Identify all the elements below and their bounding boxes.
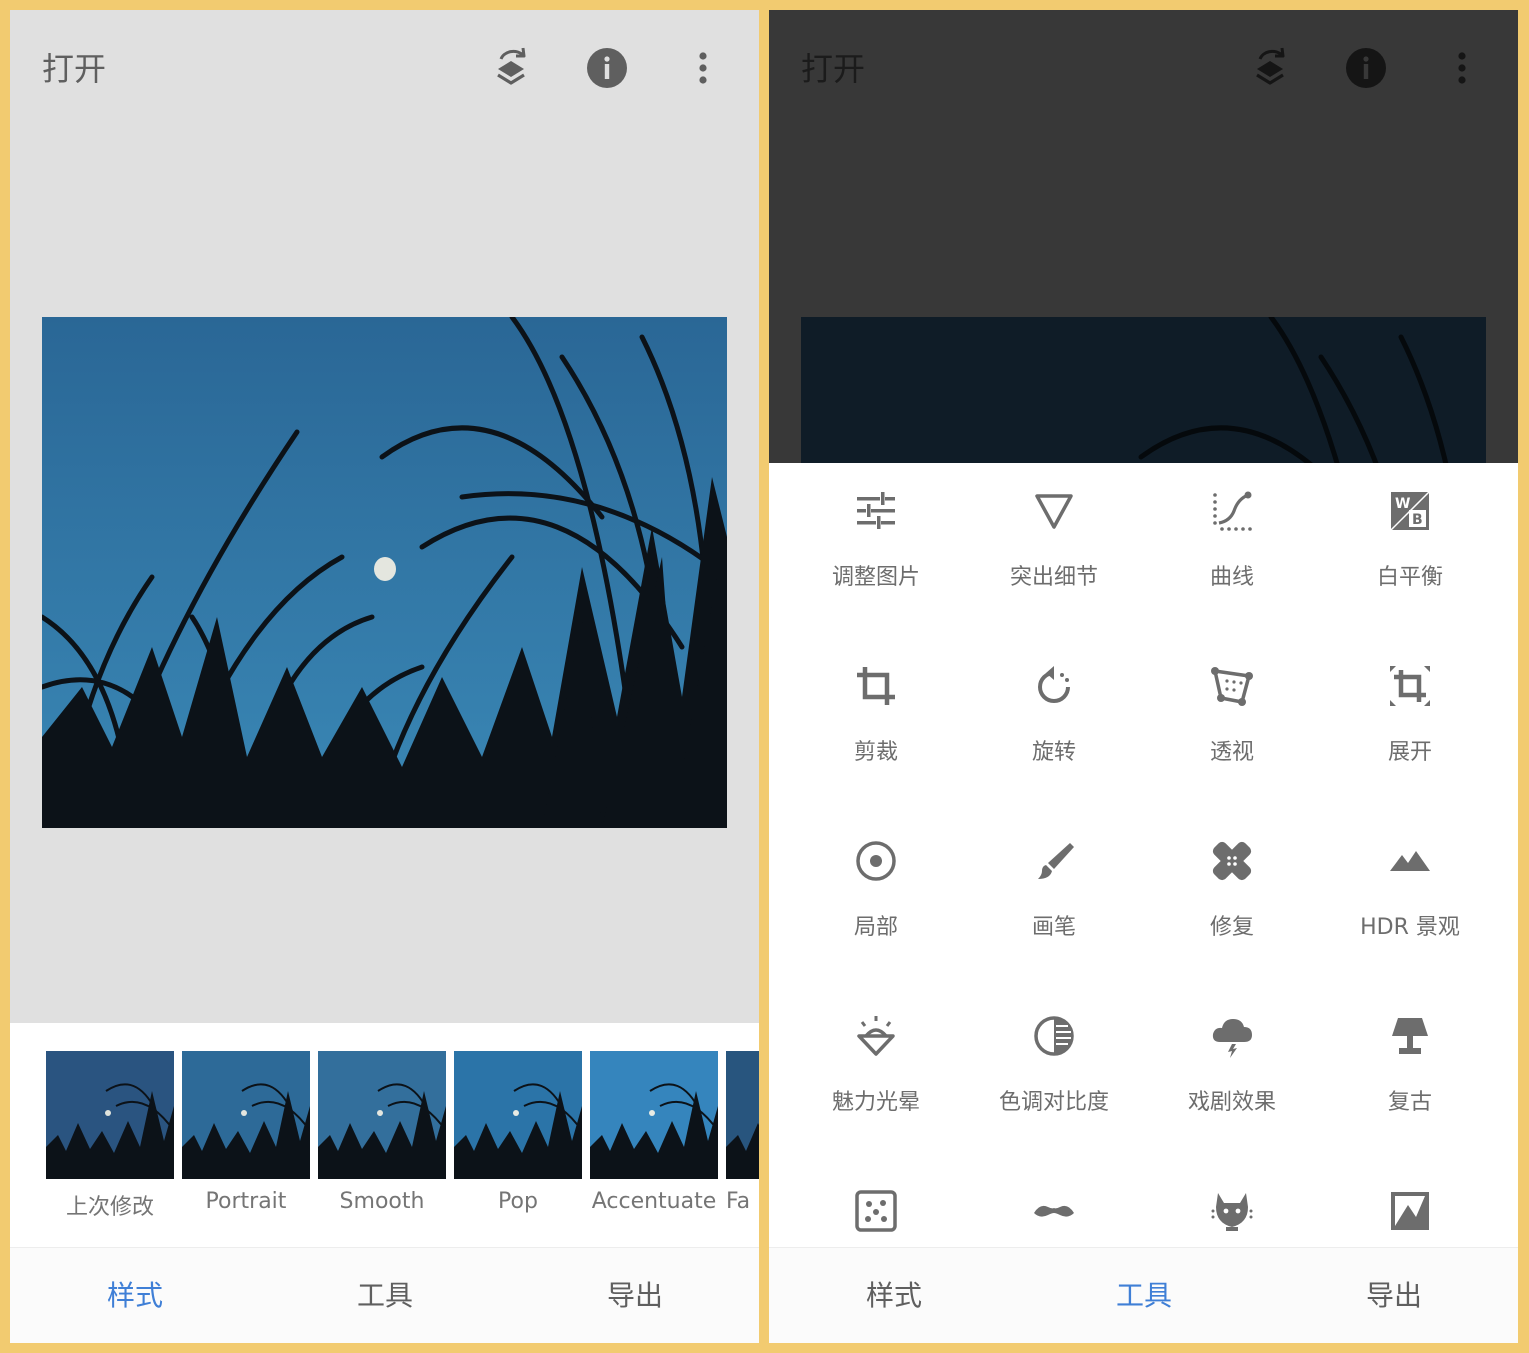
look-thumbnail[interactable]	[182, 1051, 310, 1179]
details-icon	[1032, 489, 1076, 533]
tool-label: 复古	[1387, 1090, 1432, 1115]
svg-text:W: W	[1395, 496, 1410, 512]
tool-label: 突出细节	[1009, 565, 1098, 590]
tool-rotate[interactable]: 旋转	[965, 638, 1143, 813]
tools-screen: 打开 调整图片 突出细节 曲线 W B 白平衡 剪裁 旋转 透视 展开 局部 画…	[769, 10, 1518, 1343]
tool-perspective[interactable]: 透视	[1143, 638, 1321, 813]
look-label: Accentuate	[591, 1189, 717, 1214]
healing-icon	[1210, 839, 1254, 883]
look-thumbnail[interactable]	[726, 1051, 759, 1179]
vintage-icon	[1388, 1014, 1432, 1058]
look-thumbnail[interactable]	[318, 1051, 446, 1179]
tool-expand[interactable]: 展开	[1321, 638, 1499, 813]
tool-selective[interactable]: 局部	[787, 813, 965, 988]
tool-black-white[interactable]	[1321, 1163, 1499, 1247]
look-thumbnail[interactable]	[46, 1051, 174, 1179]
tab-tools[interactable]: 工具	[285, 1274, 485, 1314]
layers-undo-icon[interactable]	[1246, 44, 1294, 92]
styles-screen: 打开 上次修改 Portrait Smooth Pop Accentuate F…	[10, 10, 759, 1343]
look-thumbnail[interactable]	[590, 1051, 718, 1179]
white-balance-icon: W B	[1388, 489, 1432, 533]
glamour-glow-icon	[854, 1014, 898, 1058]
grunge-icon	[1210, 1189, 1254, 1233]
tool-retrolux[interactable]	[965, 1163, 1143, 1247]
tab-tools[interactable]: 工具	[1044, 1274, 1244, 1314]
tool-label: 剪裁	[853, 740, 898, 765]
tool-label: 色调对比度	[998, 1090, 1109, 1115]
tool-label: 魅力光晕	[831, 1090, 920, 1115]
photo-canvas[interactable]	[42, 317, 727, 828]
look-thumbnail[interactable]	[454, 1051, 582, 1179]
tool-label: 修复	[1209, 915, 1254, 940]
look-label: Smooth	[339, 1189, 425, 1214]
tab-styles[interactable]: 样式	[794, 1274, 994, 1314]
look-item[interactable]: Portrait	[182, 1051, 310, 1214]
open-button[interactable]: 打开	[42, 44, 106, 90]
perspective-icon	[1210, 664, 1254, 708]
expand-icon	[1388, 664, 1432, 708]
tool-label: 旋转	[1031, 740, 1076, 765]
tool-crop[interactable]: 剪裁	[787, 638, 965, 813]
crop-icon	[854, 664, 898, 708]
top-app-bar: 打开	[769, 10, 1518, 120]
look-item[interactable]: Smooth	[318, 1051, 446, 1214]
tool-glamour-glow[interactable]: 魅力光晕	[787, 988, 965, 1163]
curves-icon	[1210, 489, 1254, 533]
more-vert-icon[interactable]	[1438, 44, 1486, 92]
tool-healing[interactable]: 修复	[1143, 813, 1321, 988]
rotate-icon	[1032, 664, 1076, 708]
tab-styles[interactable]: 样式	[35, 1274, 235, 1314]
look-label: Pop	[498, 1189, 538, 1214]
tool-tune-image[interactable]: 调整图片	[787, 463, 965, 638]
look-item[interactable]: 上次修改	[46, 1051, 174, 1221]
tool-label: 透视	[1209, 740, 1254, 765]
tonal-contrast-icon	[1032, 1014, 1076, 1058]
tool-details[interactable]: 突出细节	[965, 463, 1143, 638]
look-label: Portrait	[205, 1189, 287, 1214]
bottom-nav: 样式 工具 导出	[769, 1247, 1518, 1343]
tool-label: 展开	[1387, 740, 1432, 765]
more-vert-icon[interactable]	[679, 44, 727, 92]
tool-grainy-film[interactable]	[787, 1163, 965, 1247]
look-item[interactable]: Pop	[454, 1051, 582, 1214]
tool-label: 画笔	[1031, 915, 1076, 940]
tool-tonal-contrast[interactable]: 色调对比度	[965, 988, 1143, 1163]
drama-icon	[1210, 1014, 1254, 1058]
retrolux-icon	[1032, 1189, 1076, 1233]
tune-icon	[854, 489, 898, 533]
svg-text:B: B	[1412, 512, 1423, 528]
tool-label: 戏剧效果	[1187, 1090, 1276, 1115]
looks-strip[interactable]: 上次修改 Portrait Smooth Pop Accentuate Fa	[10, 1023, 759, 1248]
tool-label: 白平衡	[1376, 565, 1443, 590]
top-app-bar: 打开	[10, 10, 759, 120]
open-button[interactable]: 打开	[801, 44, 865, 90]
look-label: Fa	[726, 1189, 751, 1214]
tool-label: 局部	[853, 915, 898, 940]
info-icon[interactable]	[1342, 44, 1390, 92]
brush-icon	[1032, 839, 1076, 883]
tab-export[interactable]: 导出	[1294, 1274, 1494, 1314]
tool-vintage[interactable]: 复古	[1321, 988, 1499, 1163]
tool-label: 调整图片	[831, 565, 920, 590]
look-item[interactable]: Accentuate	[590, 1051, 718, 1214]
tool-white-balance[interactable]: W B 白平衡	[1321, 463, 1499, 638]
tool-curves[interactable]: 曲线	[1143, 463, 1321, 638]
tool-hdr-scape[interactable]: HDR 景观	[1321, 813, 1499, 988]
tool-drama[interactable]: 戏剧效果	[1143, 988, 1321, 1163]
bottom-nav: 样式 工具 导出	[10, 1247, 759, 1343]
tool-label: 曲线	[1209, 565, 1254, 590]
hdr-scape-icon	[1388, 839, 1432, 883]
black-white-icon	[1388, 1189, 1432, 1233]
layers-undo-icon[interactable]	[487, 44, 535, 92]
tool-brush[interactable]: 画笔	[965, 813, 1143, 988]
info-icon[interactable]	[583, 44, 631, 92]
selective-icon	[854, 839, 898, 883]
look-item[interactable]: Fa	[726, 1051, 759, 1214]
tool-grunge[interactable]	[1143, 1163, 1321, 1247]
tool-label: HDR 景观	[1360, 915, 1460, 940]
tab-export[interactable]: 导出	[535, 1274, 735, 1314]
grainy-film-icon	[854, 1189, 898, 1233]
tools-panel: 调整图片 突出细节 曲线 W B 白平衡 剪裁 旋转 透视 展开 局部 画笔 修…	[769, 463, 1518, 1247]
look-label: 上次修改	[65, 1195, 154, 1220]
